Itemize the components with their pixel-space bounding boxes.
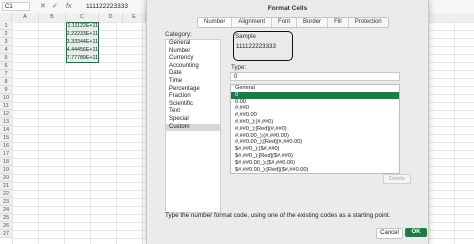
column-header[interactable]: E — [123, 13, 146, 22]
row-header[interactable]: 25 — [0, 214, 12, 222]
row-header[interactable]: 24 — [0, 206, 12, 214]
format-item[interactable]: $#,##0.00_);($#,##0.00) — [231, 160, 399, 167]
row-header[interactable]: 4 — [0, 46, 12, 54]
row-header[interactable]: 21 — [0, 182, 12, 190]
format-item[interactable]: $#,##0_);($#,##0) — [231, 146, 399, 153]
category-list[interactable]: General Number Currency Accounting Date … — [165, 39, 221, 213]
row-header[interactable]: 23 — [0, 198, 12, 206]
tab-protection[interactable]: Protection — [349, 18, 388, 27]
sample-value: 111122223333 — [236, 43, 276, 50]
format-code-list[interactable]: General 0 0.00 #,##0 #,##0.00 #,##0_);(#… — [230, 84, 400, 174]
format-item[interactable]: #,##0 — [231, 105, 399, 112]
tab-border[interactable]: Border — [297, 18, 329, 27]
format-item[interactable]: #,##0.00_);[Red](#,##0.00) — [231, 139, 399, 146]
enter-icon[interactable]: ✓ — [52, 2, 58, 11]
category-item[interactable]: Scientific — [166, 101, 220, 109]
format-item[interactable]: #,##0.00_);(#,##0.00) — [231, 133, 399, 140]
category-item[interactable]: Number — [166, 48, 220, 56]
tab-bar: Number Alignment Font Border Fill Protec… — [197, 17, 389, 28]
row-header[interactable]: 18 — [0, 158, 12, 166]
row-header[interactable]: 13 — [0, 118, 12, 126]
row-header[interactable]: 8 — [0, 78, 12, 86]
row-header[interactable]: 6 — [0, 62, 12, 70]
row-header[interactable]: 3 — [0, 38, 12, 46]
format-item-selected[interactable]: 0 — [231, 91, 399, 99]
column-header[interactable]: D — [99, 13, 123, 22]
cancel-icon[interactable]: ✕ — [40, 2, 46, 11]
row-header[interactable]: 26 — [0, 222, 12, 230]
row-header[interactable]: 22 — [0, 190, 12, 198]
tab-alignment[interactable]: Alignment — [232, 18, 273, 27]
format-cells-dialog: Format Cells Number Alignment Font Borde… — [146, 0, 429, 244]
format-item[interactable]: $#,##0_);[Red]($#,##0) — [231, 153, 399, 160]
row-header[interactable]: 17 — [0, 150, 12, 158]
tab-fill[interactable]: Fill — [328, 18, 349, 27]
delete-button[interactable]: Delete — [383, 174, 411, 184]
format-item[interactable]: General — [231, 85, 399, 92]
row-header[interactable]: 19 — [0, 166, 12, 174]
type-input[interactable]: 0 — [230, 72, 400, 81]
row-header[interactable]: 7 — [0, 70, 12, 78]
tab-font[interactable]: Font — [272, 18, 298, 27]
row-header[interactable]: 27 — [0, 230, 12, 238]
category-item-custom[interactable]: Custom — [166, 123, 220, 132]
format-item[interactable]: #,##0_);[Red](#,##0) — [231, 126, 399, 133]
type-label: Type: — [231, 64, 247, 71]
column-header[interactable]: A — [12, 13, 39, 22]
row-header[interactable]: 16 — [0, 142, 12, 150]
category-label: Category: — [165, 31, 192, 38]
category-item[interactable]: Time — [166, 78, 220, 86]
formula-input[interactable]: 111122223333 — [86, 2, 128, 11]
column-header[interactable]: C — [66, 13, 99, 22]
select-all-corner[interactable] — [0, 13, 12, 22]
row-header[interactable]: 5 — [0, 54, 12, 62]
format-item[interactable]: #,##0.00 — [231, 112, 399, 119]
category-item[interactable]: Currency — [166, 55, 220, 63]
row-header[interactable]: 9 — [0, 86, 12, 94]
fx-icon[interactable]: fx — [66, 2, 71, 11]
category-item[interactable]: Text — [166, 108, 220, 116]
row-header[interactable]: 12 — [0, 110, 12, 118]
sample-label: Sample — [235, 33, 256, 40]
row-header[interactable]: 2 — [0, 30, 12, 38]
row-header[interactable]: 15 — [0, 134, 12, 142]
name-box[interactable]: C1 — [2, 2, 30, 11]
row-header[interactable]: 14 — [0, 126, 12, 134]
category-item[interactable]: Percentage — [166, 86, 220, 94]
tab-number[interactable]: Number — [198, 18, 233, 27]
dialog-title: Format Cells — [267, 5, 308, 12]
selection-outline — [66, 22, 99, 63]
format-item[interactable]: $#,##0.00_);[Red]($#,##0.00) — [231, 167, 399, 173]
row-header[interactable]: 1 — [0, 22, 12, 30]
row-header[interactable]: 20 — [0, 174, 12, 182]
cancel-button[interactable]: Cancel — [376, 228, 403, 239]
format-description: Type the number format code, using one o… — [165, 212, 391, 219]
category-item[interactable]: Date — [166, 70, 220, 78]
row-header[interactable]: 10 — [0, 94, 12, 102]
format-item[interactable]: #,##0_);(#,##0) — [231, 119, 399, 126]
ok-button[interactable]: OK — [405, 228, 427, 237]
format-item[interactable]: 0.00 — [231, 99, 399, 106]
category-item[interactable]: General — [166, 40, 220, 48]
column-header[interactable]: B — [39, 13, 66, 22]
category-item[interactable]: Accounting — [166, 63, 220, 71]
category-item[interactable]: Special — [166, 116, 220, 124]
category-item[interactable]: Fraction — [166, 93, 220, 101]
row-header[interactable]: 11 — [0, 102, 12, 110]
